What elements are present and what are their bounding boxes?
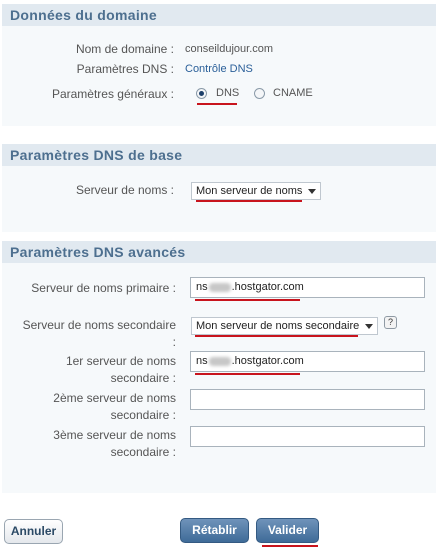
help-icon[interactable]: ? — [384, 316, 397, 329]
first-secondary-suffix: .hostgator.com — [231, 355, 304, 367]
name-server-label: Serveur de noms : — [75, 183, 174, 197]
section-title-advanced-dns: Paramètres DNS avancés — [2, 241, 436, 263]
reset-button[interactable]: Rétablir — [180, 518, 249, 543]
third-secondary-input[interactable] — [190, 426, 425, 447]
radio-dns-label: DNS — [216, 87, 240, 99]
annotation-underline-primary — [195, 299, 300, 301]
second-secondary-label: 2ème serveur de noms secondaire : — [53, 391, 176, 422]
secondary-server-select[interactable]: Mon serveur de noms secondaire — [191, 317, 378, 335]
name-server-select[interactable]: Mon serveur de noms — [191, 182, 321, 200]
domain-name-label: Nom de domaine : — [75, 42, 174, 56]
secondary-server-select-value: Mon serveur de noms secondaire — [196, 320, 360, 332]
dns-params-label: Paramètres DNS : — [76, 62, 174, 76]
first-secondary-label: 1er serveur de noms secondaire : — [65, 354, 176, 385]
annotation-underline-first-secondary — [195, 373, 300, 375]
annotation-underline-secondary — [195, 335, 358, 337]
second-secondary-input[interactable] — [190, 389, 425, 410]
first-secondary-prefix: ns — [196, 355, 208, 367]
domain-name-value: conseildujour.com — [185, 43, 274, 55]
annotation-underline-submit — [262, 545, 318, 547]
section-title-domain-data: Données du domaine — [2, 4, 436, 26]
first-secondary-input[interactable]: ns .hostgator.com — [190, 351, 425, 372]
primary-server-prefix: ns — [196, 281, 208, 293]
submit-button[interactable]: Valider — [256, 518, 319, 543]
redacted-blur — [208, 282, 231, 292]
name-server-select-value: Mon serveur de noms — [196, 185, 303, 197]
radio-dns[interactable] — [196, 88, 207, 99]
chevron-down-icon — [365, 324, 373, 329]
chevron-down-icon — [308, 189, 316, 194]
radio-cname[interactable] — [254, 88, 265, 99]
annotation-underline-dns — [197, 103, 237, 105]
cancel-button[interactable]: Annuler — [4, 519, 63, 544]
annotation-underline-name-server — [196, 200, 302, 202]
general-params-label: Paramètres généraux : — [51, 87, 174, 101]
dns-control-link[interactable]: Contrôle DNS — [185, 63, 253, 75]
primary-server-label: Serveur de noms primaire : — [31, 281, 176, 295]
section-title-basic-dns: Paramètres DNS de base — [2, 144, 436, 166]
third-secondary-label: 3ème serveur de noms secondaire : — [53, 428, 176, 459]
primary-server-input[interactable]: ns .hostgator.com — [190, 277, 425, 298]
primary-server-suffix: .hostgator.com — [231, 281, 304, 293]
redacted-blur — [208, 356, 231, 366]
secondary-server-label: Serveur de noms secondaire : — [22, 318, 176, 349]
radio-cname-label: CNAME — [273, 87, 313, 99]
